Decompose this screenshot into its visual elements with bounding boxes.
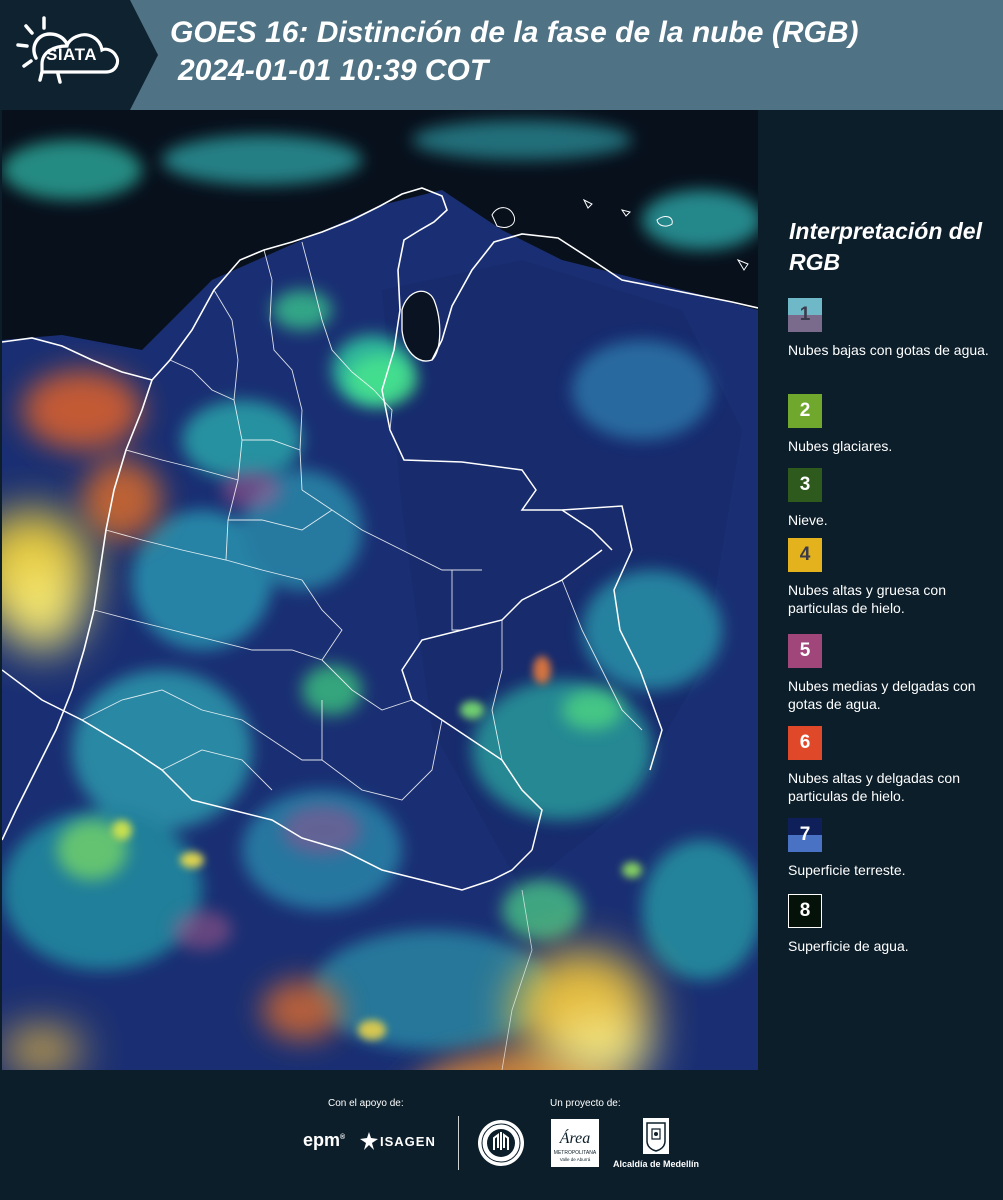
legend-label-2: Nubes glaciares. [788,438,893,454]
legend-swatch-5: 5 [788,634,822,668]
legend-item-2: 2 Nubes glaciares. [788,394,1000,455]
area-logo-title: Área [559,1128,591,1147]
legend-swatch-2: 2 [788,394,822,428]
legend-title: Interpretación del RGB [789,218,982,275]
epm-logo-text: epm [303,1130,341,1150]
legend-item-7: 7 Superficie terreste. [788,818,1000,879]
legend-label-4: Nubes altas y gruesa con particulas de h… [788,582,946,616]
legend-number-6: 6 [799,732,811,753]
header-bar: SIATA GOES 16: Distinción de la fase de … [0,0,1003,110]
title-line-1: GOES 16: Distinción de la fase de la nub… [170,16,859,49]
legend-label-6: Nubes altas y delgadas con particulas de… [788,770,960,804]
isagen-logo-text: ISAGEN [380,1134,436,1149]
area-metropolitana-logo: Área METROPOLITANA Valle de Aburrá [551,1119,599,1172]
legend-label-5: Nubes medias y delgadas con gotas de agu… [788,678,976,712]
legend-label-7: Superficie terreste. [788,862,906,878]
legend-number-7: 7 [799,824,811,845]
legend-swatch-7: 7 [788,818,822,852]
isagen-star-icon [360,1132,378,1150]
area-metropolitana-box-icon: Área METROPOLITANA Valle de Aburrá [551,1119,599,1167]
legend-item-4: 4 Nubes altas y gruesa con particulas de… [788,538,1000,617]
alcaldia-shield-icon [643,1118,669,1154]
legend-swatch-1: 1 [788,298,822,332]
legend-number-5: 5 [799,640,811,661]
legend-label-8: Superficie de agua. [788,938,909,954]
epm-logo: epm® [303,1130,346,1150]
project-label: Un proyecto de: [550,1098,621,1109]
footer-divider [458,1116,459,1170]
isagen-logo: ISAGEN [360,1132,435,1152]
legend-panel: Interpretación del RGB 1 Nubes bajas con… [760,110,1003,1070]
logo-arrow-shape [130,0,158,110]
legend-item-8: 8 Superficie de agua. [788,894,1000,955]
legend-swatch-4: 4 [788,538,822,572]
legend-label-1: Nubes bajas con gotas de agua. [788,342,989,358]
legend-label-3: Nieve. [788,512,828,528]
area-logo-sub1: METROPOLITANA [554,1150,597,1156]
area-logo-sub2: Valle de Aburrá [560,1157,591,1162]
legend-swatch-8: 8 [788,894,822,928]
title-line-2: 2024-01-01 10:39 COT [178,54,489,87]
legend-swatch-6: 6 [788,726,822,760]
legend-swatch-3: 3 [788,468,822,502]
siata-logo: SIATA [0,0,130,110]
legend-item-1: 1 Nubes bajas con gotas de agua. [788,298,1000,359]
legend-item-6: 6 Nubes altas y delgadas con particulas … [788,726,1000,805]
page-title: GOES 16: Distinción de la fase de la nub… [170,14,858,90]
rgb-composite-map-svg [2,110,758,1070]
alcaldia-logo-text: Alcaldía de Medellín [613,1159,700,1169]
siata-logo-text: SIATA [46,45,97,64]
legend-number-3: 3 [799,474,811,495]
legend-number-4: 4 [799,544,811,565]
satellite-map [2,110,758,1070]
support-label: Con el apoyo de: [328,1098,404,1109]
legend-number-2: 2 [799,400,811,421]
legend-number-8: 8 [799,900,811,921]
legend-item-3: 3 Nieve. [788,468,1000,529]
legend-item-5: 5 Nubes medias y delgadas con gotas de a… [788,634,1000,713]
legend-number-1: 1 [799,304,811,325]
university-seal-icon [478,1120,524,1166]
footer: Con el apoyo de: Un proyecto de: epm® IS… [0,1070,1003,1200]
